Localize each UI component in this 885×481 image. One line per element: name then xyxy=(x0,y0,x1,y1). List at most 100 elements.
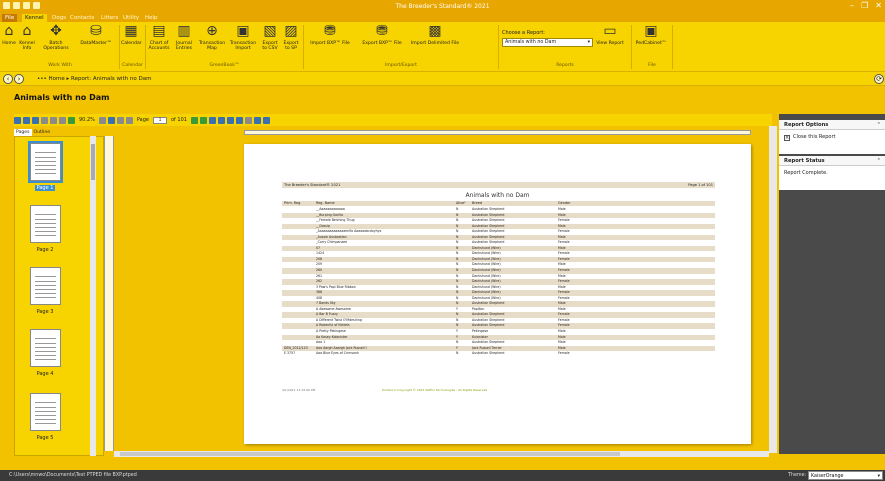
group-label-calendar: Calendar xyxy=(122,63,143,68)
report-footer: 4/1/2021 12:34:06 PM Printed in Copyrigh… xyxy=(282,388,715,392)
kennel-info-button[interactable]: ⌂ Kennel Info xyxy=(17,24,37,52)
window-controls: – ❐ ✕ xyxy=(850,1,882,11)
minimize-icon[interactable]: – xyxy=(850,1,854,11)
export-icon[interactable] xyxy=(226,116,234,124)
tab-contacts[interactable]: Contacts xyxy=(67,14,97,22)
thumbnail-page[interactable]: Page 3 xyxy=(24,267,66,315)
first-page-icon[interactable] xyxy=(116,116,124,124)
chart-of-accounts-button[interactable]: ▤ Chart of Accounts xyxy=(147,24,171,52)
ribbon-tabs: File Kennel Dogs Contacts Litters Utilit… xyxy=(0,13,885,22)
zoom-dropdown-icon[interactable] xyxy=(98,116,106,124)
close-icon[interactable]: ✕ xyxy=(875,1,882,11)
scroll-thumb[interactable] xyxy=(120,452,620,456)
thumbnail-page[interactable]: Page 2 xyxy=(24,205,66,253)
home-button[interactable]: ⌂ Home xyxy=(1,24,17,47)
binoculars-icon[interactable] xyxy=(262,116,270,124)
status-bar: C:\Users\mnwo\Documents\Test PTPED file … xyxy=(0,470,885,481)
tab-kennel[interactable]: Kennel xyxy=(22,14,47,22)
document-scrollbar[interactable] xyxy=(769,126,777,453)
transaction-map-button[interactable]: ⊕ Transaction Map xyxy=(197,24,227,52)
tab-file[interactable]: File xyxy=(2,14,18,22)
previous-page-icon[interactable] xyxy=(125,116,133,124)
view-report-button[interactable]: ▭ View Report xyxy=(594,24,626,47)
thumbnails-scrollbar[interactable] xyxy=(90,136,96,456)
kennel-icon: ⌂ xyxy=(22,23,32,39)
collapse-icon[interactable]: ⌃ xyxy=(877,120,881,130)
report-footer-copyright: Printed in Copyright © 2021 PetPro Techn… xyxy=(382,388,488,392)
close-checkbox-icon[interactable]: × xyxy=(784,135,790,141)
zoom-out-icon[interactable] xyxy=(59,116,66,124)
report-title: Animals with no Dam xyxy=(465,192,530,199)
horizontal-ruler xyxy=(244,130,751,135)
calendar-button[interactable]: ▦ Calendar xyxy=(121,24,142,47)
import-delimited-button[interactable]: ▩ Import Delimited File xyxy=(409,24,461,47)
multi-page-icon[interactable] xyxy=(208,116,216,124)
back-icon[interactable]: ‹ xyxy=(3,74,13,84)
page-count: of 101 xyxy=(171,117,187,123)
last-page-icon[interactable] xyxy=(199,116,207,124)
forward-icon[interactable]: › xyxy=(14,74,24,84)
zoom-level[interactable]: 90.2% xyxy=(79,117,95,123)
thumbnails-icon[interactable] xyxy=(217,116,225,124)
ribbon: ⌂ Home ⌂ Kennel Info ✥ Batch Operations ⛁ Da… xyxy=(0,22,885,72)
task-pane: Report Options ⌃ × Close this Report Repor… xyxy=(779,114,885,454)
import-bxp-button[interactable]: ⛃ Import BXP™ File xyxy=(305,24,355,47)
close-report-option[interactable]: × Close this Report xyxy=(779,130,885,145)
horizontal-scrollbar[interactable] xyxy=(114,451,769,457)
collapse-icon[interactable]: ⌃ xyxy=(877,156,881,166)
report-select[interactable]: Animals with no Dam ▾ xyxy=(502,38,593,47)
next-page-icon[interactable] xyxy=(190,116,198,124)
single-page-icon[interactable] xyxy=(107,116,115,124)
scroll-thumb[interactable] xyxy=(91,144,95,180)
pedcabinet-button[interactable]: ▣ PedCabinet™ xyxy=(634,24,668,47)
left-pane-tabs: Pages Outline xyxy=(14,128,104,137)
chart-icon: ▤ xyxy=(152,23,166,39)
vertical-ruler xyxy=(104,136,114,451)
thumbnail-page[interactable]: Page 1 xyxy=(24,141,66,191)
tab-utility[interactable]: Utility xyxy=(120,14,142,22)
thumbnail-page[interactable]: Page 4 xyxy=(24,329,66,377)
save-icon[interactable] xyxy=(14,116,21,124)
open-icon[interactable] xyxy=(23,116,30,124)
print-preview-icon[interactable] xyxy=(41,116,48,124)
copy-icon[interactable] xyxy=(50,116,57,124)
export-bxp-icon: ⛃ xyxy=(376,23,388,39)
print-icon[interactable] xyxy=(32,116,39,124)
group-label-greenbook: GreenBook™ xyxy=(209,63,240,68)
group-label-file: File xyxy=(648,63,656,68)
page-number-input[interactable]: 1 xyxy=(153,116,167,124)
journal-icon: ▥ xyxy=(177,23,191,39)
find-text-icon[interactable] xyxy=(253,116,261,124)
zoom-in-icon[interactable] xyxy=(68,116,75,124)
breadcrumb-more[interactable]: ••• xyxy=(37,76,47,82)
journal-entries-button[interactable]: ▥ Journal Entries xyxy=(172,24,196,52)
tab-help[interactable]: Help xyxy=(142,14,161,22)
theme-select[interactable]: KaiserOrange ▾ xyxy=(808,471,883,480)
find-icon[interactable] xyxy=(244,116,252,124)
email-icon[interactable] xyxy=(235,116,243,124)
export-csv-button[interactable]: ▧ Export to CSV xyxy=(260,24,280,52)
panel-title: Report Status ⌃ xyxy=(779,156,885,166)
batch-icon: ✥ xyxy=(50,23,62,39)
tab-litters[interactable]: Litters xyxy=(98,14,121,22)
report-chooser: Choose a Report: Animals with no Dam ▾ xyxy=(502,30,593,47)
transaction-import-button[interactable]: ▣ Transaction Import xyxy=(228,24,258,52)
chevron-down-icon: ▾ xyxy=(877,474,880,479)
breadcrumb-home[interactable]: Home xyxy=(48,76,64,82)
breadcrumb-current: Report: Animals with no Dam xyxy=(71,76,152,82)
batch-operations-button[interactable]: ✥ Batch Operations xyxy=(37,24,75,52)
table-row: E 3757 Aaa Blue Eyes of Crimsonk N Australi… xyxy=(282,351,715,357)
table-cell: Female xyxy=(558,351,570,356)
export-bxp-button[interactable]: ⛃ Export BXP™ File xyxy=(357,23,407,47)
export-sp-button[interactable]: ▨ Export to SP xyxy=(281,24,301,52)
table-cell: E 3757 xyxy=(284,351,296,356)
table-cell: N xyxy=(456,351,459,356)
restore-icon[interactable]: ❐ xyxy=(861,1,868,11)
datamaster-button[interactable]: ⛁ DataMaster™ xyxy=(77,24,115,47)
thumbnail-label: Page 5 xyxy=(36,435,54,441)
report-page: The Breeder's Standard® 2021 Page 1 of 1… xyxy=(244,144,751,444)
column-header: Alive¹ xyxy=(456,201,466,205)
refresh-icon[interactable]: ⟳ xyxy=(874,74,884,84)
thumbnail-page[interactable]: Page 5 xyxy=(24,393,66,441)
tab-dogs[interactable]: Dogs xyxy=(49,14,69,22)
